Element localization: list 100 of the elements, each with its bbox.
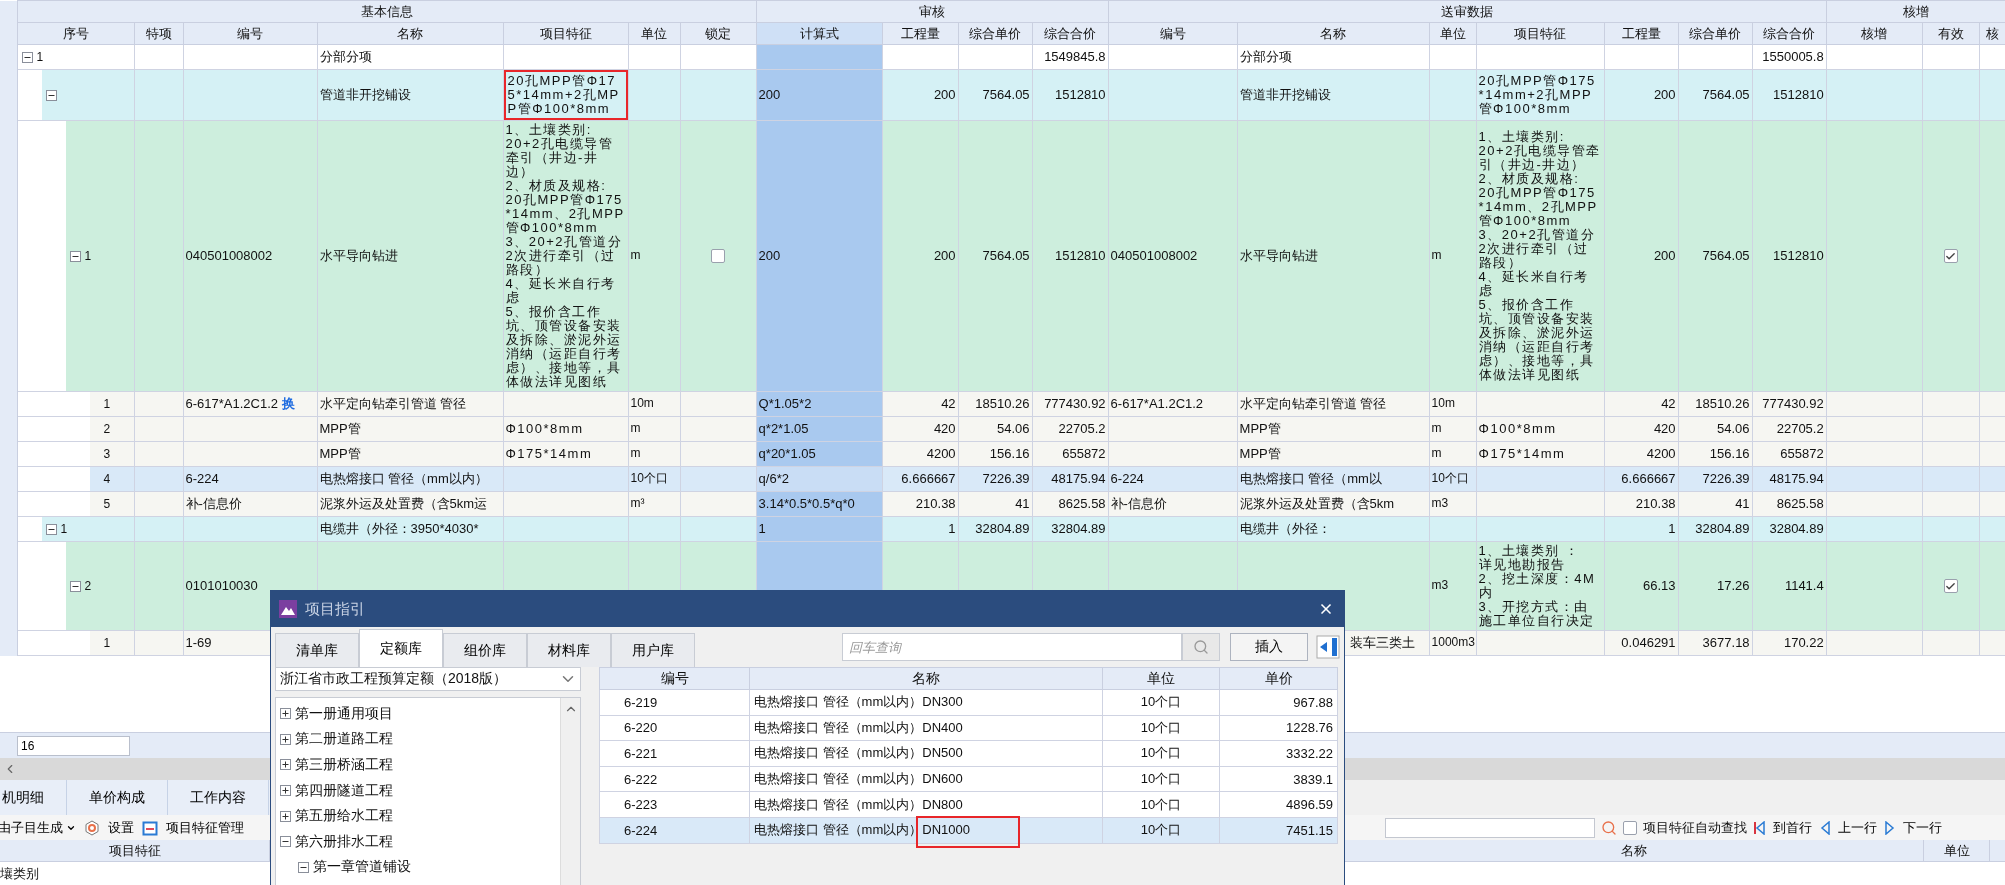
- table-cell: 1512810: [1032, 120, 1109, 392]
- expand-icon[interactable]: [280, 785, 291, 797]
- gear-icon[interactable]: [84, 819, 100, 836]
- row-number: 1: [60, 522, 68, 536]
- collapse-icon[interactable]: [298, 861, 309, 873]
- checkbox[interactable]: [711, 249, 726, 263]
- column-group-header: 核增: [1826, 0, 2005, 23]
- list-row[interactable]: 6-219 电热熔接口 管径（mm以内）DN300 10个口 967.88: [599, 689, 1338, 716]
- search-field[interactable]: [1385, 817, 1595, 838]
- library-dropdown[interactable]: 浙江省市政工程预算定额（2018版）: [275, 667, 581, 691]
- input-field[interactable]: 16: [17, 735, 130, 756]
- list-row[interactable]: 6-222 电热熔接口 管径（mm以内）DN600 10个口 3839.1: [599, 766, 1338, 792]
- collapse-icon[interactable]: [69, 580, 81, 592]
- table-cell: 6-224: [1108, 466, 1238, 492]
- tree-item[interactable]: 第一册通用项目: [276, 701, 560, 727]
- row-number: 2: [84, 579, 92, 593]
- table-cell: 电缆井（外径：: [1237, 516, 1430, 542]
- first-row-icon[interactable]: [1753, 820, 1765, 835]
- table-cell: 3.14*0.5*0.5*q*0: [756, 491, 883, 517]
- first-row-button[interactable]: 到首行: [1771, 818, 1814, 837]
- table-cell: 7564.05: [1678, 69, 1753, 121]
- replace-mark: 换: [281, 396, 295, 412]
- table-cell: 电热熔接口 管径（mm以内）DN400: [749, 715, 1103, 741]
- table-cell: 040501008002: [1108, 120, 1238, 392]
- list-row[interactable]: 6-220 电热熔接口 管径（mm以内）DN400 10个口 1228.76: [599, 715, 1338, 741]
- list-row[interactable]: 6-221 电热熔接口 管径（mm以内）DN500 10个口 3332.22: [599, 740, 1338, 767]
- table-cell: 分部分项: [317, 44, 503, 70]
- table-cell: 泥浆外运及处置费（含5km: [1237, 491, 1430, 517]
- row-number: 2: [103, 422, 111, 436]
- previous-icon[interactable]: [1820, 820, 1830, 835]
- checkbox[interactable]: [1943, 579, 1958, 593]
- tab[interactable]: 用户库: [611, 633, 695, 667]
- tab[interactable]: 组价库: [443, 633, 527, 667]
- insert-button[interactable]: 插入: [1230, 633, 1308, 661]
- table-cell: 200: [882, 69, 959, 121]
- table-cell: 6-222: [599, 766, 750, 792]
- settings-button[interactable]: 设置: [106, 818, 136, 837]
- table-cell: 电热熔接口 管径（mm以内）DN500: [749, 740, 1103, 767]
- table-cell: q*20*1.05: [756, 441, 883, 467]
- tree-item[interactable]: 第六册排水工程: [276, 828, 560, 855]
- table-cell: Φ175*14mm: [503, 441, 628, 467]
- table-cell: m3: [1429, 541, 1477, 631]
- tree-item[interactable]: 第三册桥涵工程: [276, 752, 560, 778]
- tree-item[interactable]: 第五册给水工程: [276, 803, 560, 829]
- table-cell: 200: [882, 120, 959, 392]
- row-number: 1: [84, 249, 92, 263]
- column-group-header: 基本信息: [17, 0, 757, 23]
- table-cell: 200: [1604, 120, 1679, 392]
- list-row[interactable]: 6-224 电热熔接口 管径（mm以内）DN1000 10个口 7451.15: [599, 817, 1338, 844]
- search-icon[interactable]: [1601, 819, 1617, 836]
- table-cell: Φ100*8mm: [503, 416, 628, 442]
- column-header[interactable]: 名称: [317, 22, 503, 45]
- collapse-icon[interactable]: [69, 250, 81, 262]
- feature-manage-button[interactable]: 项目特征管理: [164, 818, 246, 837]
- column-header[interactable]: 名称: [1237, 22, 1430, 45]
- table-cell: 7564.05: [1678, 120, 1753, 392]
- tree-item[interactable]: 第四册隧道工程: [276, 777, 560, 804]
- next-row-button[interactable]: 下一行: [1901, 818, 1944, 837]
- tab[interactable]: 定额库: [359, 629, 443, 667]
- tab[interactable]: 机明细: [0, 780, 67, 815]
- feature-manage-icon[interactable]: [142, 819, 158, 836]
- search-field[interactable]: 回车查询: [842, 633, 1182, 661]
- column-header[interactable]: 编号: [183, 22, 317, 45]
- collapse-icon[interactable]: [45, 523, 57, 535]
- table-cell: 17.26: [1678, 541, 1753, 631]
- table-cell: 040501008002: [183, 120, 317, 392]
- tab[interactable]: 材料库: [527, 633, 611, 667]
- table-cell: 泥浆外运及处置费（含5km运: [317, 491, 503, 517]
- expand-icon[interactable]: [280, 759, 291, 771]
- table-cell: MPP管: [1237, 441, 1430, 467]
- table-cell: 7451.15: [1219, 817, 1338, 844]
- previous-row-button[interactable]: 上一行: [1836, 818, 1879, 837]
- checkbox[interactable]: [1943, 249, 1958, 263]
- list-row[interactable]: 6-223 电热熔接口 管径（mm以内）DN800 10个口 4896.59: [599, 791, 1338, 818]
- table-cell: 分部分项: [1237, 44, 1430, 70]
- column-header: 单位: [1102, 667, 1220, 690]
- table-cell: 20孔MPP管Φ175*14mm+2孔MPP管Φ100*8mm: [1476, 69, 1605, 121]
- table-cell: 电热熔接口 管径（mm以: [1237, 466, 1430, 492]
- expand-icon[interactable]: [280, 733, 291, 745]
- table-cell: 1、土壤类别: 20+2孔电缆导管牵引（井边-井边） 2、材质及规格: 20孔MPP管Φ175*14mm、2孔MPP管Φ100*8mm 3、20+2孔管道分2次进行牵引（过路段） 4、延长米自行考虑 5、报价含工作坑、顶管设备安装及拆除、淤泥外运消纳（运距自行考虑）、接地等，具体做法详见图纸: [1476, 120, 1605, 392]
- checkbox[interactable]: [1623, 820, 1637, 835]
- table-cell: 1: [756, 516, 883, 542]
- expand-icon[interactable]: [280, 708, 291, 720]
- table-cell: 200: [1604, 69, 1679, 121]
- row-number: 4: [103, 472, 111, 486]
- tree-item[interactable]: 第二册道路工程: [276, 726, 560, 753]
- row-number: 3: [103, 447, 111, 461]
- collapse-icon[interactable]: [45, 89, 57, 101]
- table-cell: 200: [756, 120, 883, 392]
- table-cell: Φ175*14mm: [1476, 441, 1605, 467]
- expand-icon[interactable]: [280, 810, 291, 822]
- collapse-icon[interactable]: [21, 51, 33, 63]
- dock-icon[interactable]: [1316, 635, 1340, 659]
- collapse-icon[interactable]: [280, 836, 291, 848]
- table-cell: 20孔MPP管Φ175*14mm+2孔MPP管Φ100*8mm: [503, 69, 628, 121]
- table-cell: 电缆井（外径：3950*4030*: [317, 516, 503, 542]
- table-cell: q/6*2: [756, 466, 883, 492]
- next-icon[interactable]: [1885, 820, 1895, 835]
- tree-item[interactable]: 第一章管道铺设: [276, 854, 560, 881]
- tab[interactable]: 清单库: [275, 633, 359, 667]
